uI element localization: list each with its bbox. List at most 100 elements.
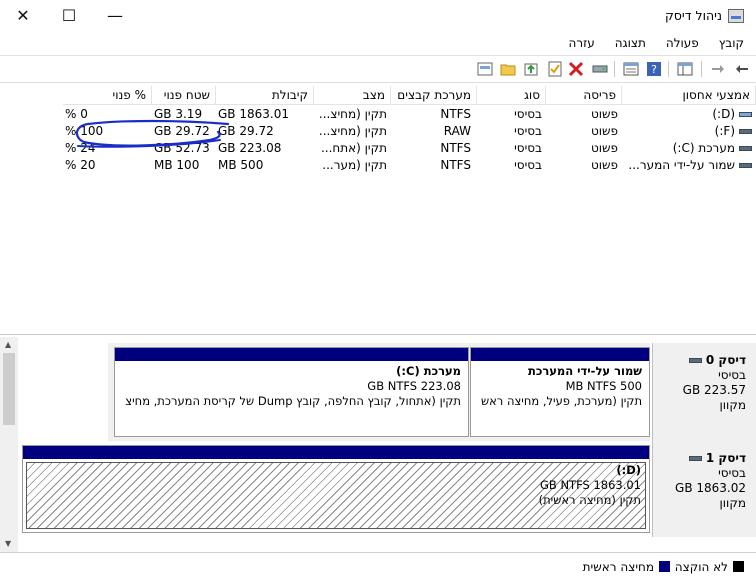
folder-icon[interactable] <box>499 60 517 78</box>
capacity-cell: 223.08 GB <box>218 141 282 155</box>
type-cell: בסיסי <box>514 124 542 138</box>
filesystem-cell: NTFS <box>440 141 471 155</box>
status-cell: תקין (אתח... <box>320 141 387 155</box>
back-icon[interactable] <box>734 60 752 78</box>
free-space-cell: 29.72 GB <box>154 124 210 138</box>
menu-view[interactable]: תצוגה <box>615 36 646 50</box>
partition-details: מערכת (C:) 223.08 GB NTFS תקין (אתחול, ק… <box>118 364 465 433</box>
console-tree-icon[interactable] <box>676 60 694 78</box>
col-header-status[interactable]: מצב <box>314 86 391 105</box>
layout-cell: פשוט <box>590 107 618 121</box>
capacity-cell: 29.72 GB <box>218 124 274 138</box>
partition-system-reserved[interactable]: שמור על-ידי המערכת 500 MB NTFS תקין (מער… <box>470 347 650 437</box>
help-icon[interactable]: ? <box>645 60 663 78</box>
filesystem-cell: RAW <box>443 124 471 138</box>
percent-free-cell: 20 % <box>65 158 96 172</box>
volume-cell: (D:) <box>624 106 752 123</box>
vertical-scrollbar[interactable]: ▲ ▼ <box>0 337 18 552</box>
col-header-filesystem[interactable]: מערכת קבצים <box>391 86 477 105</box>
menu-file[interactable]: קובץ <box>719 36 744 50</box>
volume-drive-icon <box>739 112 752 117</box>
status-cell: תקין (מער... <box>322 158 387 172</box>
partition-status: תקין (מערכת, פעיל, מחיצה ראש <box>480 394 642 408</box>
partition-name: שמור על-ידי המערכת <box>527 364 642 378</box>
toolbar: ? <box>0 55 756 83</box>
toolbar-separator <box>668 61 669 77</box>
delete-icon[interactable] <box>567 60 585 78</box>
legend-unallocated: לא הוקצה <box>674 560 728 574</box>
col-header-type[interactable]: סוג <box>477 86 546 105</box>
filesystem-cell: NTFS <box>440 107 471 121</box>
col-header-volume[interactable]: אמצעי אחסון <box>622 86 756 105</box>
disk-graphical-view: ▲ ▼ דיסק 0 בסיסי 223.57 GB מקוון שמור על… <box>0 337 756 552</box>
scroll-up-icon[interactable]: ▲ <box>5 340 11 349</box>
disk-type: בסיסי <box>718 368 746 382</box>
volume-cell: שמור על-ידי המער... <box>624 157 752 174</box>
disk-name: דיסק 1 <box>705 451 746 465</box>
partition-d[interactable]: (D:) 1863.01 GB NTFS תקין (מחיצה ראשית) <box>22 445 650 533</box>
disk-state: מקוון <box>719 398 746 412</box>
volume-name: (F:) <box>714 124 735 138</box>
type-cell: בסיסי <box>514 158 542 172</box>
forward-icon[interactable] <box>708 60 726 78</box>
disk-1-row[interactable]: דיסק 1 בסיסי 1863.02 GB מקוון (D:) 1863.… <box>22 441 756 537</box>
col-header-capacity[interactable]: קיבולת <box>216 86 314 105</box>
type-cell: בסיסי <box>514 141 542 155</box>
maximize-button[interactable]: ☐ <box>46 0 92 32</box>
volume-cell: מערכת (C:) <box>624 140 752 157</box>
disk-0-label[interactable]: דיסק 0 בסיסי 223.57 GB מקוון <box>652 343 756 441</box>
volume-name: (D:) <box>712 107 735 121</box>
disk-view-icon[interactable] <box>476 60 494 78</box>
window-title: ניהול דיסק <box>664 8 722 23</box>
partition-status: תקין (אתחול, קובץ החלפה, קובץ Dump של קר… <box>125 394 461 408</box>
volume-drive-icon <box>739 129 752 134</box>
disk-size: 1863.02 GB <box>675 481 746 495</box>
partition-c[interactable]: מערכת (C:) 223.08 GB NTFS תקין (אתחול, ק… <box>114 347 469 437</box>
partition-bar <box>23 446 649 459</box>
volume-drive-icon <box>739 163 752 168</box>
volume-list: אמצעי אחסון פריסה סוג מערכת קבצים מצב קי… <box>0 84 756 335</box>
free-space-cell: 52.73 GB <box>154 141 210 155</box>
capacity-cell: 1863.01 GB <box>218 107 289 121</box>
filesystem-cell: NTFS <box>440 158 471 172</box>
check-icon[interactable] <box>546 60 564 78</box>
connect-drive-icon[interactable] <box>591 60 609 78</box>
disk-size: 223.57 GB <box>682 383 746 397</box>
close-button[interactable]: ✕ <box>0 0 46 32</box>
unallocated-swatch <box>733 561 744 572</box>
menu-bar: קובץ פעולה תצוגה עזרה <box>0 32 756 54</box>
toolbar-separator <box>614 61 615 77</box>
scroll-down-icon[interactable]: ▼ <box>5 539 11 548</box>
scrollbar-thumb[interactable] <box>3 353 15 425</box>
status-cell: תקין (מחיצ... <box>318 124 387 138</box>
layout-cell: פשוט <box>590 158 618 172</box>
partition-bar <box>471 348 649 361</box>
disk-0-partitions: שמור על-ידי המערכת 500 MB NTFS תקין (מער… <box>108 343 650 441</box>
partition-size: 500 MB NTFS <box>565 379 642 393</box>
free-space-cell: 100 MB <box>154 158 200 172</box>
partition-details: (D:) 1863.01 GB NTFS תקין (מחיצה ראשית) <box>26 462 646 529</box>
col-header-free-space[interactable]: שטח פנוי <box>152 86 216 105</box>
percent-free-cell: 24 % <box>65 141 96 155</box>
volume-cell: (F:) <box>624 123 752 140</box>
percent-free-cell: 100 % <box>65 124 104 138</box>
disk-0-row[interactable]: דיסק 0 בסיסי 223.57 GB מקוון שמור על-ידי… <box>22 343 756 441</box>
volume-drive-icon <box>739 146 752 151</box>
svg-text:?: ? <box>651 63 657 76</box>
volume-name: מערכת (C:) <box>672 141 735 155</box>
disk-type: בסיסי <box>718 466 746 480</box>
col-header-percent-free[interactable]: % פנוי <box>63 86 152 105</box>
minimize-button[interactable]: — <box>92 0 138 32</box>
menu-action[interactable]: פעולה <box>666 36 699 50</box>
disk-state: מקוון <box>719 496 746 510</box>
disk-management-icon <box>728 9 744 23</box>
disk-icon <box>688 456 702 461</box>
properties-icon[interactable] <box>622 60 640 78</box>
explore-icon[interactable] <box>522 60 540 78</box>
menu-help[interactable]: עזרה <box>569 36 595 50</box>
col-header-layout[interactable]: פריסה <box>546 86 622 105</box>
legend: לא הוקצה מחיצה ראשית <box>0 552 756 581</box>
disk-name: דיסק 0 <box>705 353 746 367</box>
partition-name: מערכת (C:) <box>396 364 461 378</box>
disk-1-label[interactable]: דיסק 1 בסיסי 1863.02 GB מקוון <box>652 441 756 537</box>
